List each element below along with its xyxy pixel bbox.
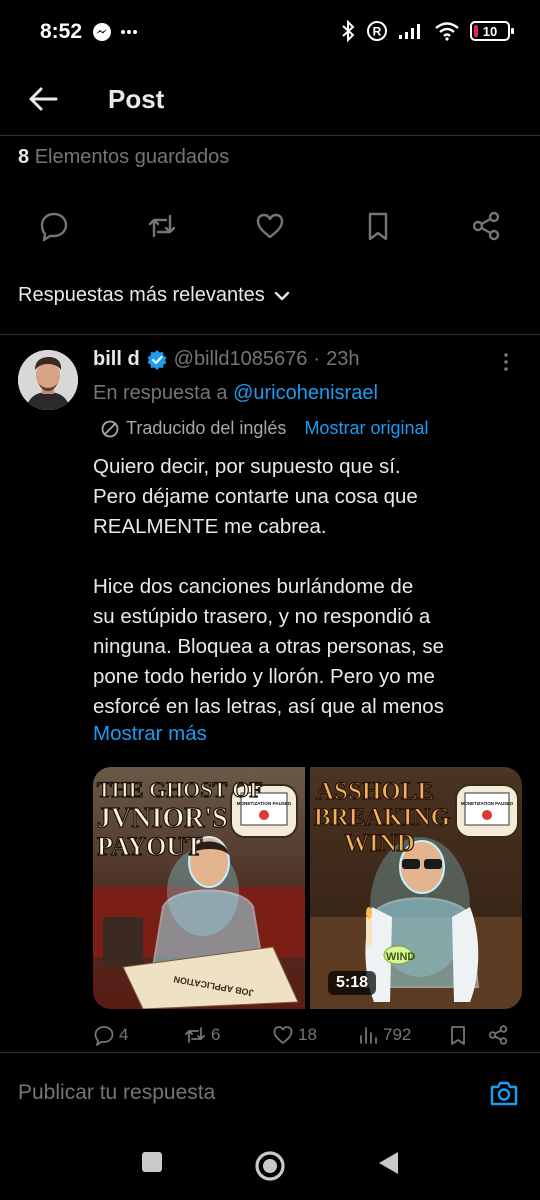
repost-icon[interactable] [146,210,178,242]
views-count: 792 [383,1025,412,1044]
bookmark-icon[interactable] [447,1024,469,1046]
media-title-line: WIND [344,830,415,857]
status-notification-icons [92,22,138,42]
reply-icon [94,1026,114,1046]
back-arrow-icon[interactable] [26,82,60,116]
like-icon [273,1026,293,1044]
translated-label: Traducido del inglés [126,418,287,438]
reply-text-line: Hice dos canciones burlándome de [93,575,414,598]
views-icon [360,1027,377,1044]
repost-count: 6 [211,1025,221,1044]
views-count-button[interactable]: 792 [357,1024,411,1046]
media-title-line: PAYOUT [97,832,202,861]
translate-icon [101,420,119,437]
author-name[interactable]: bill d [93,348,140,371]
bookmark-icon[interactable] [362,210,394,242]
reply-to-user-link[interactable]: @uricohenisrael [233,382,378,404]
avatar[interactable] [18,350,78,410]
separator-dot: · [313,348,321,370]
home-icon[interactable] [254,1150,286,1182]
bookmarks-count-label: Elementos guardados [34,146,230,168]
reply-count-button[interactable]: 4 [93,1024,128,1046]
reply-to-line: En respuesta a @uricohenisrael [93,382,378,405]
verified-badge-icon [147,349,167,370]
video-duration-badge: 5:18 [328,971,377,995]
recent-apps-icon[interactable] [140,1150,164,1174]
reply-text: Quiero decir, por supuesto que sí. Pero … [93,452,523,722]
app-header: Post [0,68,540,136]
chevron-down-icon [274,291,289,300]
status-system-icons: R 10 [340,20,514,42]
more-vertical-icon[interactable] [496,352,516,372]
like-count-button[interactable]: 18 [272,1024,317,1046]
bookmarks-count[interactable]: 8 Elementos guardados [18,146,229,169]
divider [0,334,540,335]
reply-metrics: 4 6 18 792 [93,1020,522,1052]
translation-notice: Traducido del inglés Mostrar original [100,418,428,439]
reply-composer: Publicar tu respuesta [0,1052,540,1136]
bluetooth-icon [342,20,355,42]
like-count: 18 [298,1025,317,1044]
svg-text:R: R [373,25,382,39]
reply-input[interactable]: Publicar tu respuesta [18,1081,215,1105]
media-gallery: JOB APPLICATION MONETIZATION PAUSED THE … [93,767,522,1009]
reply-timestamp: 23h [326,348,360,370]
signal-icon [399,24,420,39]
battery-level: 10 [482,23,498,39]
reply-header: bill d @billd1085676 · 23h [93,348,359,371]
reply-text-line: REALMENTE me cabrea. [93,515,327,538]
media-title-line: THE GHOST OF [97,777,263,802]
back-nav-icon[interactable] [376,1150,400,1176]
reply-count: 4 [119,1025,129,1044]
media-title-line: BREAKING [314,804,450,831]
reply-text-line: ninguna. Bloquea a otras personas, se [93,635,445,658]
repost-icon [185,1027,205,1043]
messenger-icon [93,23,111,41]
reply-text-line: Pero déjame contarte una cosa que [93,485,418,508]
media-image-1[interactable]: JOB APPLICATION MONETIZATION PAUSED THE … [93,767,305,1009]
like-icon[interactable] [254,210,286,242]
show-more-link[interactable]: Mostrar más [93,722,207,746]
media-sign-text: MONETIZATION PAUSED [461,801,513,806]
reply-text-line: esforcé en las letras, así que al menos [93,695,444,718]
system-nav-bar [0,1136,540,1200]
share-icon[interactable] [470,210,502,242]
media-title-line: JVNIOR'S [97,803,228,834]
wifi-icon [435,22,459,41]
status-bar: 8:52 R 10 [0,0,540,68]
reply-to-prefix: En respuesta a [93,382,228,404]
reply-text-line: pone todo herido y llorón. Pero yo me [93,665,435,688]
status-time: 8:52 [40,20,83,43]
media-wind-text: WIND [386,951,415,963]
registered-icon: R [367,21,387,41]
page-title: Post [108,84,165,114]
battery-icon: 10 [470,21,514,41]
camera-icon[interactable] [488,1077,520,1109]
reply-text-line: su estúpido trasero, y no respondió a [93,605,431,628]
replies-sort-dropdown[interactable]: Respuestas más relevantes [18,284,291,307]
media-video-2[interactable]: WIND MONETIZATION PAUSED ASSHOLE BREAKIN… [310,767,522,1009]
post-actions [0,196,540,260]
reply-text-line: Quiero decir, por supuesto que sí. [93,455,401,478]
reply-icon[interactable] [38,210,70,242]
repost-count-button[interactable]: 6 [183,1024,220,1046]
bookmarks-count-value: 8 [18,146,30,168]
show-original-link[interactable]: Mostrar original [304,418,428,439]
more-notifications-icon [121,30,137,34]
media-title-line: ASSHOLE [316,778,434,805]
author-handle[interactable]: @billd1085676 [174,348,308,371]
share-icon[interactable] [487,1024,509,1046]
replies-sort-label: Respuestas más relevantes [18,284,265,306]
